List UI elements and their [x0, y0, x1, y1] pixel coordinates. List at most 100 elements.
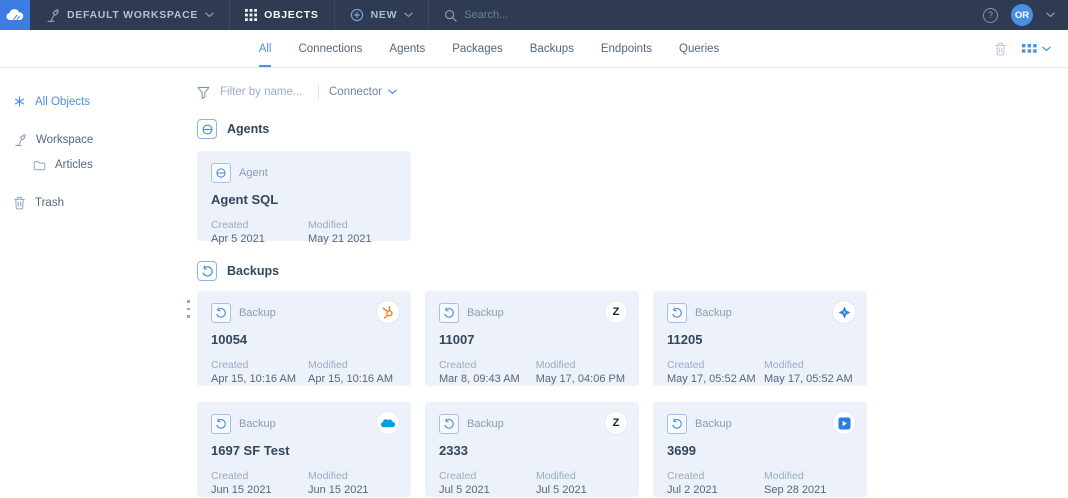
tab-connections[interactable]: Connections: [298, 30, 362, 67]
created-label: Created: [211, 219, 308, 231]
avatar[interactable]: OR: [1011, 4, 1033, 26]
created-label: Created: [439, 470, 536, 482]
folder-icon: [33, 160, 46, 171]
chevron-down-icon: [205, 12, 214, 18]
card-title: 1697 SF Test: [211, 443, 397, 458]
objects-nav-button[interactable]: OBJECTS: [230, 0, 334, 30]
backup-type-icon: [211, 303, 231, 323]
search-input[interactable]: [464, 9, 684, 21]
modified-value: May 21 2021: [308, 233, 397, 245]
tab-queries[interactable]: Queries: [679, 30, 719, 67]
filter-bar: Connector: [192, 83, 1068, 101]
card-type-label: Backup: [239, 307, 276, 319]
card-type-label: Agent: [239, 167, 268, 179]
backup-type-icon: [439, 414, 459, 434]
drag-handle[interactable]: [187, 300, 190, 318]
created-value: Mar 8, 09:43 AM: [439, 373, 536, 385]
zendesk-connector-icon: [605, 301, 627, 323]
backup-type-icon: [211, 414, 231, 434]
objects-grid-icon: [245, 9, 257, 21]
backup-card[interactable]: Backup 11205 Created May 17, 05:52 AM Mo…: [653, 291, 867, 386]
modified-value: Jul 5 2021: [536, 484, 625, 496]
modified-value: Sep 28 2021: [764, 484, 853, 496]
created-label: Created: [439, 359, 536, 371]
tab-all[interactable]: All: [259, 30, 272, 67]
card-type-label: Backup: [239, 418, 276, 430]
chevron-down-icon: [1042, 46, 1051, 52]
created-value: May 17, 05:52 AM: [667, 373, 764, 385]
view-mode-switcher[interactable]: [1022, 44, 1051, 53]
trash-icon: [13, 196, 26, 210]
sidebar-all-objects-label: All Objects: [35, 96, 90, 108]
asterisk-icon: [13, 95, 26, 108]
workspace-label: DEFAULT WORKSPACE: [67, 9, 198, 21]
backup-card[interactable]: Backup 3699 Created Jul 2 2021 Modified …: [653, 402, 867, 497]
created-label: Created: [211, 359, 308, 371]
zendesk-connector-icon: [605, 412, 627, 434]
grid-view-icon: [1022, 44, 1037, 53]
backup-type-icon: [197, 261, 217, 281]
sidebar-trash-label: Trash: [35, 197, 64, 209]
workspace-switcher[interactable]: DEFAULT WORKSPACE: [30, 0, 229, 30]
agents-section-title: Agents: [227, 122, 269, 136]
main-content: Connector Agents Agent Agent SQL Created: [185, 68, 1068, 498]
sidebar-item-all-objects[interactable]: All Objects: [0, 89, 185, 114]
tab-packages[interactable]: Packages: [452, 30, 503, 67]
filter-divider: [318, 84, 319, 100]
created-value: Apr 5 2021: [211, 233, 308, 245]
modified-label: Modified: [308, 359, 397, 371]
backup-type-icon: [667, 414, 687, 434]
backups-section-header: Backups: [197, 261, 1068, 281]
sidebar-item-workspace[interactable]: Workspace: [0, 127, 185, 153]
modified-label: Modified: [764, 359, 853, 371]
card-title: 2333: [439, 443, 625, 458]
search-icon: [444, 9, 457, 22]
plus-circle-icon: [350, 8, 364, 22]
filter-funnel-icon: [197, 86, 210, 99]
backup-card[interactable]: Backup 11007 Created Mar 8, 09:43 AM Mod…: [425, 291, 639, 386]
created-value: Jun 15 2021: [211, 484, 308, 496]
filter-by-name-input[interactable]: [220, 86, 308, 98]
sidebar-articles-label: Articles: [55, 159, 93, 171]
backups-card-grid: Backup 10054 Created Apr 15, 10:16 AM Mo…: [197, 291, 1068, 497]
sidebar: All Objects Workspace Articles Trash: [0, 68, 185, 498]
card-type-label: Backup: [467, 307, 504, 319]
app-logo[interactable]: [0, 0, 30, 30]
tab-backups[interactable]: Backups: [530, 30, 574, 67]
modified-label: Modified: [308, 219, 397, 231]
agent-card[interactable]: Agent Agent SQL Created Apr 5 2021 Modif…: [197, 151, 411, 241]
backup-card[interactable]: Backup 1697 SF Test Created Jun 15 2021 …: [197, 402, 411, 497]
backup-card[interactable]: Backup 2333 Created Jul 5 2021 Modified …: [425, 402, 639, 497]
card-title: 10054: [211, 332, 397, 347]
agent-type-icon: [197, 119, 217, 139]
help-icon[interactable]: [983, 8, 998, 23]
agents-section-header: Agents: [197, 119, 1068, 139]
card-title: Agent SQL: [211, 192, 397, 207]
modified-value: May 17, 04:06 PM: [536, 373, 625, 385]
tab-agents[interactable]: Agents: [389, 30, 425, 67]
cloud-logo-icon: [5, 8, 25, 22]
hubspot-connector-icon: [377, 301, 399, 323]
sidebar-item-trash[interactable]: Trash: [0, 190, 185, 216]
created-label: Created: [211, 470, 308, 482]
objects-label: OBJECTS: [264, 9, 319, 21]
account-chevron-down-icon[interactable]: [1046, 12, 1055, 18]
backup-type-icon: [439, 303, 459, 323]
backup-type-icon: [667, 303, 687, 323]
tab-endpoints[interactable]: Endpoints: [601, 30, 652, 67]
backup-card[interactable]: Backup 10054 Created Apr 15, 10:16 AM Mo…: [197, 291, 411, 386]
object-type-tabbar: All Connections Agents Packages Backups …: [0, 30, 1068, 68]
sidebar-item-articles[interactable]: Articles: [0, 153, 185, 177]
delete-icon[interactable]: [994, 42, 1007, 56]
workspace-lamp-icon: [45, 8, 60, 23]
connector-filter-dropdown[interactable]: Connector: [329, 86, 397, 98]
modified-label: Modified: [308, 470, 397, 482]
modified-value: May 17, 05:52 AM: [764, 373, 853, 385]
card-type-label: Backup: [467, 418, 504, 430]
created-label: Created: [667, 470, 764, 482]
modified-label: Modified: [536, 470, 625, 482]
blue-square-connector-icon: [833, 412, 855, 434]
modified-value: Jun 15 2021: [308, 484, 397, 496]
new-menu-button[interactable]: NEW: [335, 0, 429, 30]
sidebar-workspace-label: Workspace: [36, 134, 93, 146]
